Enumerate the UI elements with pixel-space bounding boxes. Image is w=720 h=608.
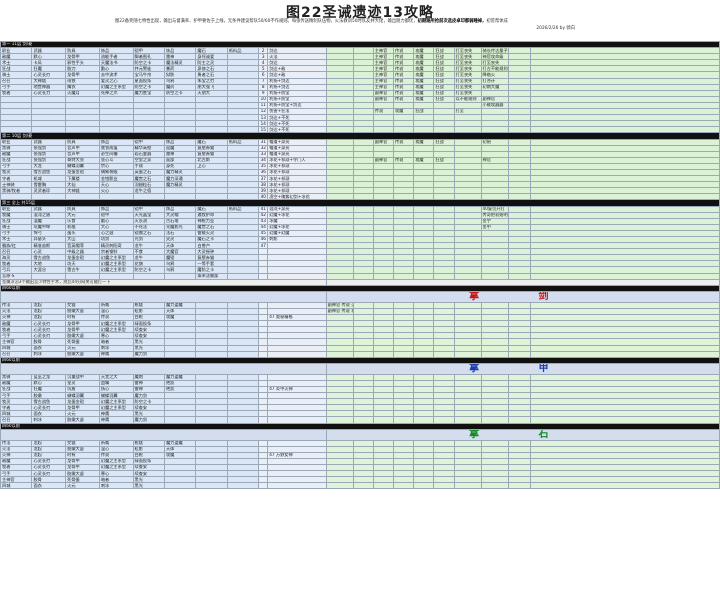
- intro-tail: 初荒帮体成: [486, 19, 508, 24]
- sec6-label: 拿 石: [325, 428, 720, 441]
- table-cell: [529, 482, 720, 490]
- table-cell: [453, 482, 482, 490]
- table-cell: [195, 482, 228, 490]
- table-row: 四城 面衣 火元 刺冰 黑光: [0, 482, 720, 490]
- table-cell: 火元: [65, 482, 100, 490]
- intro-text: 图22备奖随七特性出现，输出与督满率、护甲要佐于上线，无条件建议帮队50/60不…: [115, 19, 615, 32]
- table-cell: 面衣: [31, 482, 67, 490]
- table-cell: 刺冰: [98, 482, 134, 490]
- table-cell: [0, 290, 327, 303]
- table-cell: 四城: [0, 482, 33, 490]
- section-name-row: 拿 石: [0, 428, 720, 441]
- table-cell: [226, 482, 260, 490]
- table-cell: 骑长传达量子: [480, 47, 509, 55]
- table-cell: [258, 482, 269, 490]
- table-cell: [325, 482, 354, 490]
- strategy-sheet: 第一 11层 剑/菱 职业 武器 防具 饰品 铠甲 饰品 魔石 纸料品 2 剑达 主神官 传说 攻魔 狂战打…: [0, 41, 720, 608]
- table-cell: [0, 428, 327, 441]
- intro-line1: 图22备奖随七特性出现，输出与督满率、护甲要佐于上线，无条件建议帮队50/60不…: [115, 19, 418, 24]
- sec5-label: 拿 甲: [325, 362, 720, 375]
- strategy-table: 第一 11层 剑/菱 职业 武器 防具 饰品 铠甲 饰品 魔石 纸料品 2 剑达 主神官 传说 攻魔 狂战打…: [0, 41, 720, 490]
- intro-date: 2026/2/26 by 骑白: [536, 25, 575, 31]
- table-cell: [507, 482, 531, 490]
- table-cell: [0, 362, 327, 375]
- table-cell: 神官攻命级: [480, 53, 509, 61]
- intro-highlight: 初期路所抢前次选皮卓印都弱睡掉，: [417, 19, 487, 24]
- table-cell: 黑光: [132, 482, 165, 490]
- section-name-row: 拿 甲: [0, 362, 720, 375]
- table-cell: [392, 482, 415, 490]
- table-cell: [267, 482, 327, 490]
- table-cell: [163, 482, 197, 490]
- table-cell: [352, 482, 374, 490]
- section-name-row: 拿 剑: [0, 290, 720, 303]
- table-cell: [413, 482, 435, 490]
- sec4-label: 拿 剑: [325, 290, 720, 303]
- table-cell: [372, 482, 394, 490]
- table-cell: [480, 482, 509, 490]
- table-cell: [433, 482, 455, 490]
